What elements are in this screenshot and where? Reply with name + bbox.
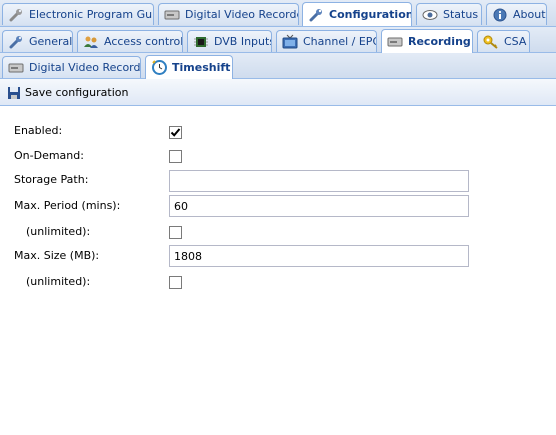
max-period-label: Max. Period (mins): <box>14 199 121 212</box>
tab-label: CSA <box>504 35 527 48</box>
recorder-icon <box>387 34 403 50</box>
max-size-label: Max. Size (MB): <box>14 249 100 262</box>
info-icon <box>492 7 508 23</box>
tab-label: DVB Inputs <box>214 35 272 48</box>
chip-icon <box>193 34 209 50</box>
recorder-icon <box>164 7 180 23</box>
wrench-icon <box>8 7 24 23</box>
enabled-label: Enabled: <box>14 124 63 137</box>
tab-csa[interactable]: CSA <box>477 30 530 52</box>
tab-label: General <box>29 35 73 48</box>
tab-label: Recording <box>408 35 471 48</box>
max-size-input[interactable] <box>169 245 469 267</box>
tab-recording[interactable]: Recording <box>381 29 473 53</box>
tab-dvb-inputs[interactable]: DVB Inputs <box>187 30 272 52</box>
save-configuration-label: Save configuration <box>25 86 129 99</box>
max-size-unlimited-label: (unlimited): <box>26 275 91 288</box>
on-demand-checkbox[interactable] <box>169 150 182 163</box>
storage-path-input[interactable] <box>169 170 469 192</box>
tv-icon <box>282 34 298 50</box>
tab-configuration[interactable]: Configuration <box>302 2 412 26</box>
eye-icon <box>422 7 438 23</box>
save-configuration-button[interactable]: Save configuration <box>3 83 131 102</box>
tab-label: Status <box>443 8 479 21</box>
tab-label: Configuration <box>329 8 412 21</box>
tab-label: Timeshift <box>172 61 231 74</box>
max-period-input[interactable] <box>169 195 469 217</box>
timeshift-form: Enabled: On-Demand: Storage Path: Max. P… <box>0 106 556 435</box>
tab-electronic-program-guide[interactable]: Electronic Program Guide <box>2 3 154 25</box>
clock-icon <box>151 60 167 76</box>
recorder-icon <box>8 60 24 76</box>
toolbar: Save configuration <box>0 79 556 106</box>
enabled-checkbox[interactable] <box>169 126 182 139</box>
max-size-unlimited-checkbox[interactable] <box>169 276 182 289</box>
tab-about[interactable]: About <box>486 3 547 25</box>
storage-path-label: Storage Path: <box>14 173 89 186</box>
config-tab-bar: General Access control DVB Inputs Channe… <box>0 27 556 53</box>
tab-label: Digital Video Recorder <box>185 8 299 21</box>
tab-general[interactable]: General <box>2 30 73 52</box>
tab-label: Electronic Program Guide <box>29 8 153 21</box>
main-tab-bar: Electronic Program Guide Digital Video R… <box>0 0 556 27</box>
tab-channel-epg[interactable]: Channel / EPG <box>276 30 377 52</box>
tab-dvr-settings[interactable]: Digital Video Recorder <box>2 56 141 78</box>
key-icon <box>483 34 499 50</box>
tab-label: Access control <box>104 35 183 48</box>
wrench-icon <box>8 34 24 50</box>
wrench-icon <box>308 7 324 23</box>
tab-access-control[interactable]: Access control <box>77 30 183 52</box>
tab-timeshift[interactable]: Timeshift <box>145 55 233 79</box>
max-period-unlimited-checkbox[interactable] <box>169 226 182 239</box>
tab-status[interactable]: Status <box>416 3 482 25</box>
save-icon <box>6 85 22 101</box>
users-icon <box>83 34 99 50</box>
tab-label: Channel / EPG <box>303 35 377 48</box>
checkmark-icon <box>170 128 181 137</box>
tab-digital-video-recorder[interactable]: Digital Video Recorder <box>158 3 299 25</box>
on-demand-label: On-Demand: <box>14 149 84 162</box>
max-period-unlimited-label: (unlimited): <box>26 225 91 238</box>
tab-label: Digital Video Recorder <box>29 61 141 74</box>
tab-label: About <box>513 8 546 21</box>
recording-tab-bar: Digital Video Recorder Timeshift <box>0 53 556 79</box>
